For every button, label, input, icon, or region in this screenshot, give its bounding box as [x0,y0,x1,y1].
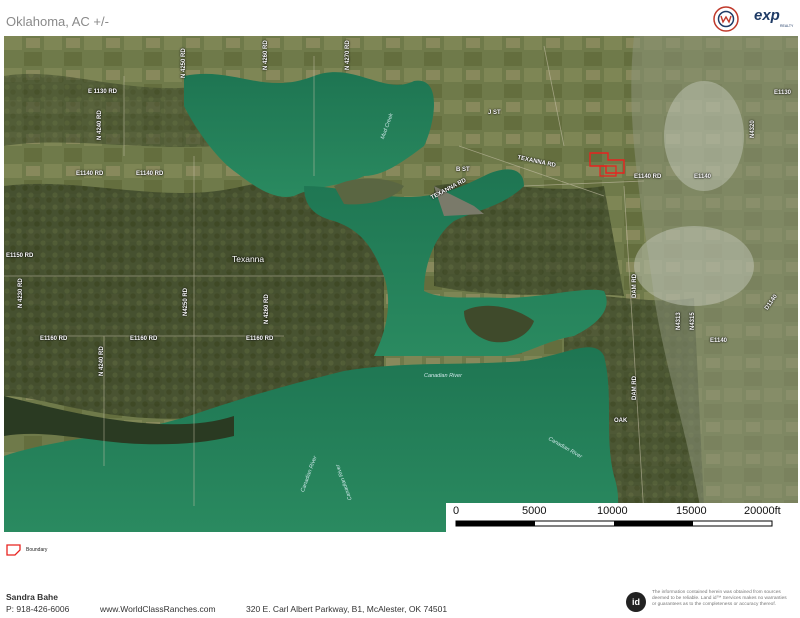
road-label-n4260: N 4260 RD [263,40,269,70]
road-label-e1140b: E1140 RD [136,171,164,177]
road-label-e1140d: E1140 [694,174,712,180]
aerial-map[interactable]: Texanna E 1130 RD N 4240 RD N 4250 RD N … [4,36,798,532]
scale-tick-15000: 15000 [676,505,707,517]
office-address: 320 E. Carl Albert Parkway, B1, McAleste… [246,604,448,614]
road-label-n4320: N4320 [750,120,756,138]
land-id-logo: id [626,592,646,612]
scale-tick-0: 0 [453,505,460,517]
road-label-e1140a: E1140 RD [76,171,104,177]
road-label-e1160b: E1160 RD [130,336,158,342]
brand-logos: exp REALTY [710,4,794,36]
road-label-e1150: E1150 RD [6,253,34,259]
road-label-n4250: N 4250 RD [181,48,187,78]
road-label-n4230: N 4230 RD [18,278,24,308]
road-label-b-st: B ST [456,167,470,173]
road-label-e1140e: E1140 [710,338,728,344]
road-label-n4240: N 4240 RD [97,110,103,140]
boundary-legend-icon [6,544,21,556]
aerial-imagery [4,36,798,532]
exp-logo-text: exp [754,7,780,24]
scale-tick-5000: 5000 [522,505,547,517]
road-label-oak: OAK [614,418,628,424]
exp-logo-sub: REALTY [780,24,794,28]
road-label-e1130: E 1130 RD [88,89,118,95]
scale-tick-20000ft: 20000ft [744,505,781,517]
road-label-n4313: N4313 [676,312,682,330]
road-label-e1160a: E1160 RD [40,336,68,342]
website-link[interactable]: www.WorldClassRanches.com [100,604,216,614]
road-label-e1160c: E1160 RD [246,336,274,342]
road-label-dam-rd-2: DAM RD [632,376,638,400]
water-label-canadian-river-1: Canadian River [424,373,462,379]
road-label-n4270: N 4270 RD [345,40,351,70]
boundary-legend-label: Boundary [26,547,48,553]
disclaimer-text: The information contained herein was obt… [652,590,787,607]
map-title: Oklahoma, AC +/- [6,14,109,29]
road-label-n4315: N4315 [690,312,696,330]
scale-bar: 0 5000 10000 15000 20000ft [446,503,798,533]
scale-tick-10000: 10000 [597,505,628,517]
road-label-j-st: J ST [488,110,501,116]
road-label-e1130b: E1130 [774,90,792,96]
agent-name: Sandra Bahe [6,592,58,602]
town-label-texanna: Texanna [232,254,265,264]
road-label-dam-rd-1: DAM RD [632,274,638,298]
road-label-e1140c: E1140 RD [634,174,662,180]
road-label-n4260b: N 4260 RD [264,294,270,324]
agent-phone[interactable]: P: 918-426-6006 [6,604,69,614]
road-label-n4240b: N 4240 RD [99,346,105,376]
road-label-n4250b: N4250 RD [183,287,189,316]
